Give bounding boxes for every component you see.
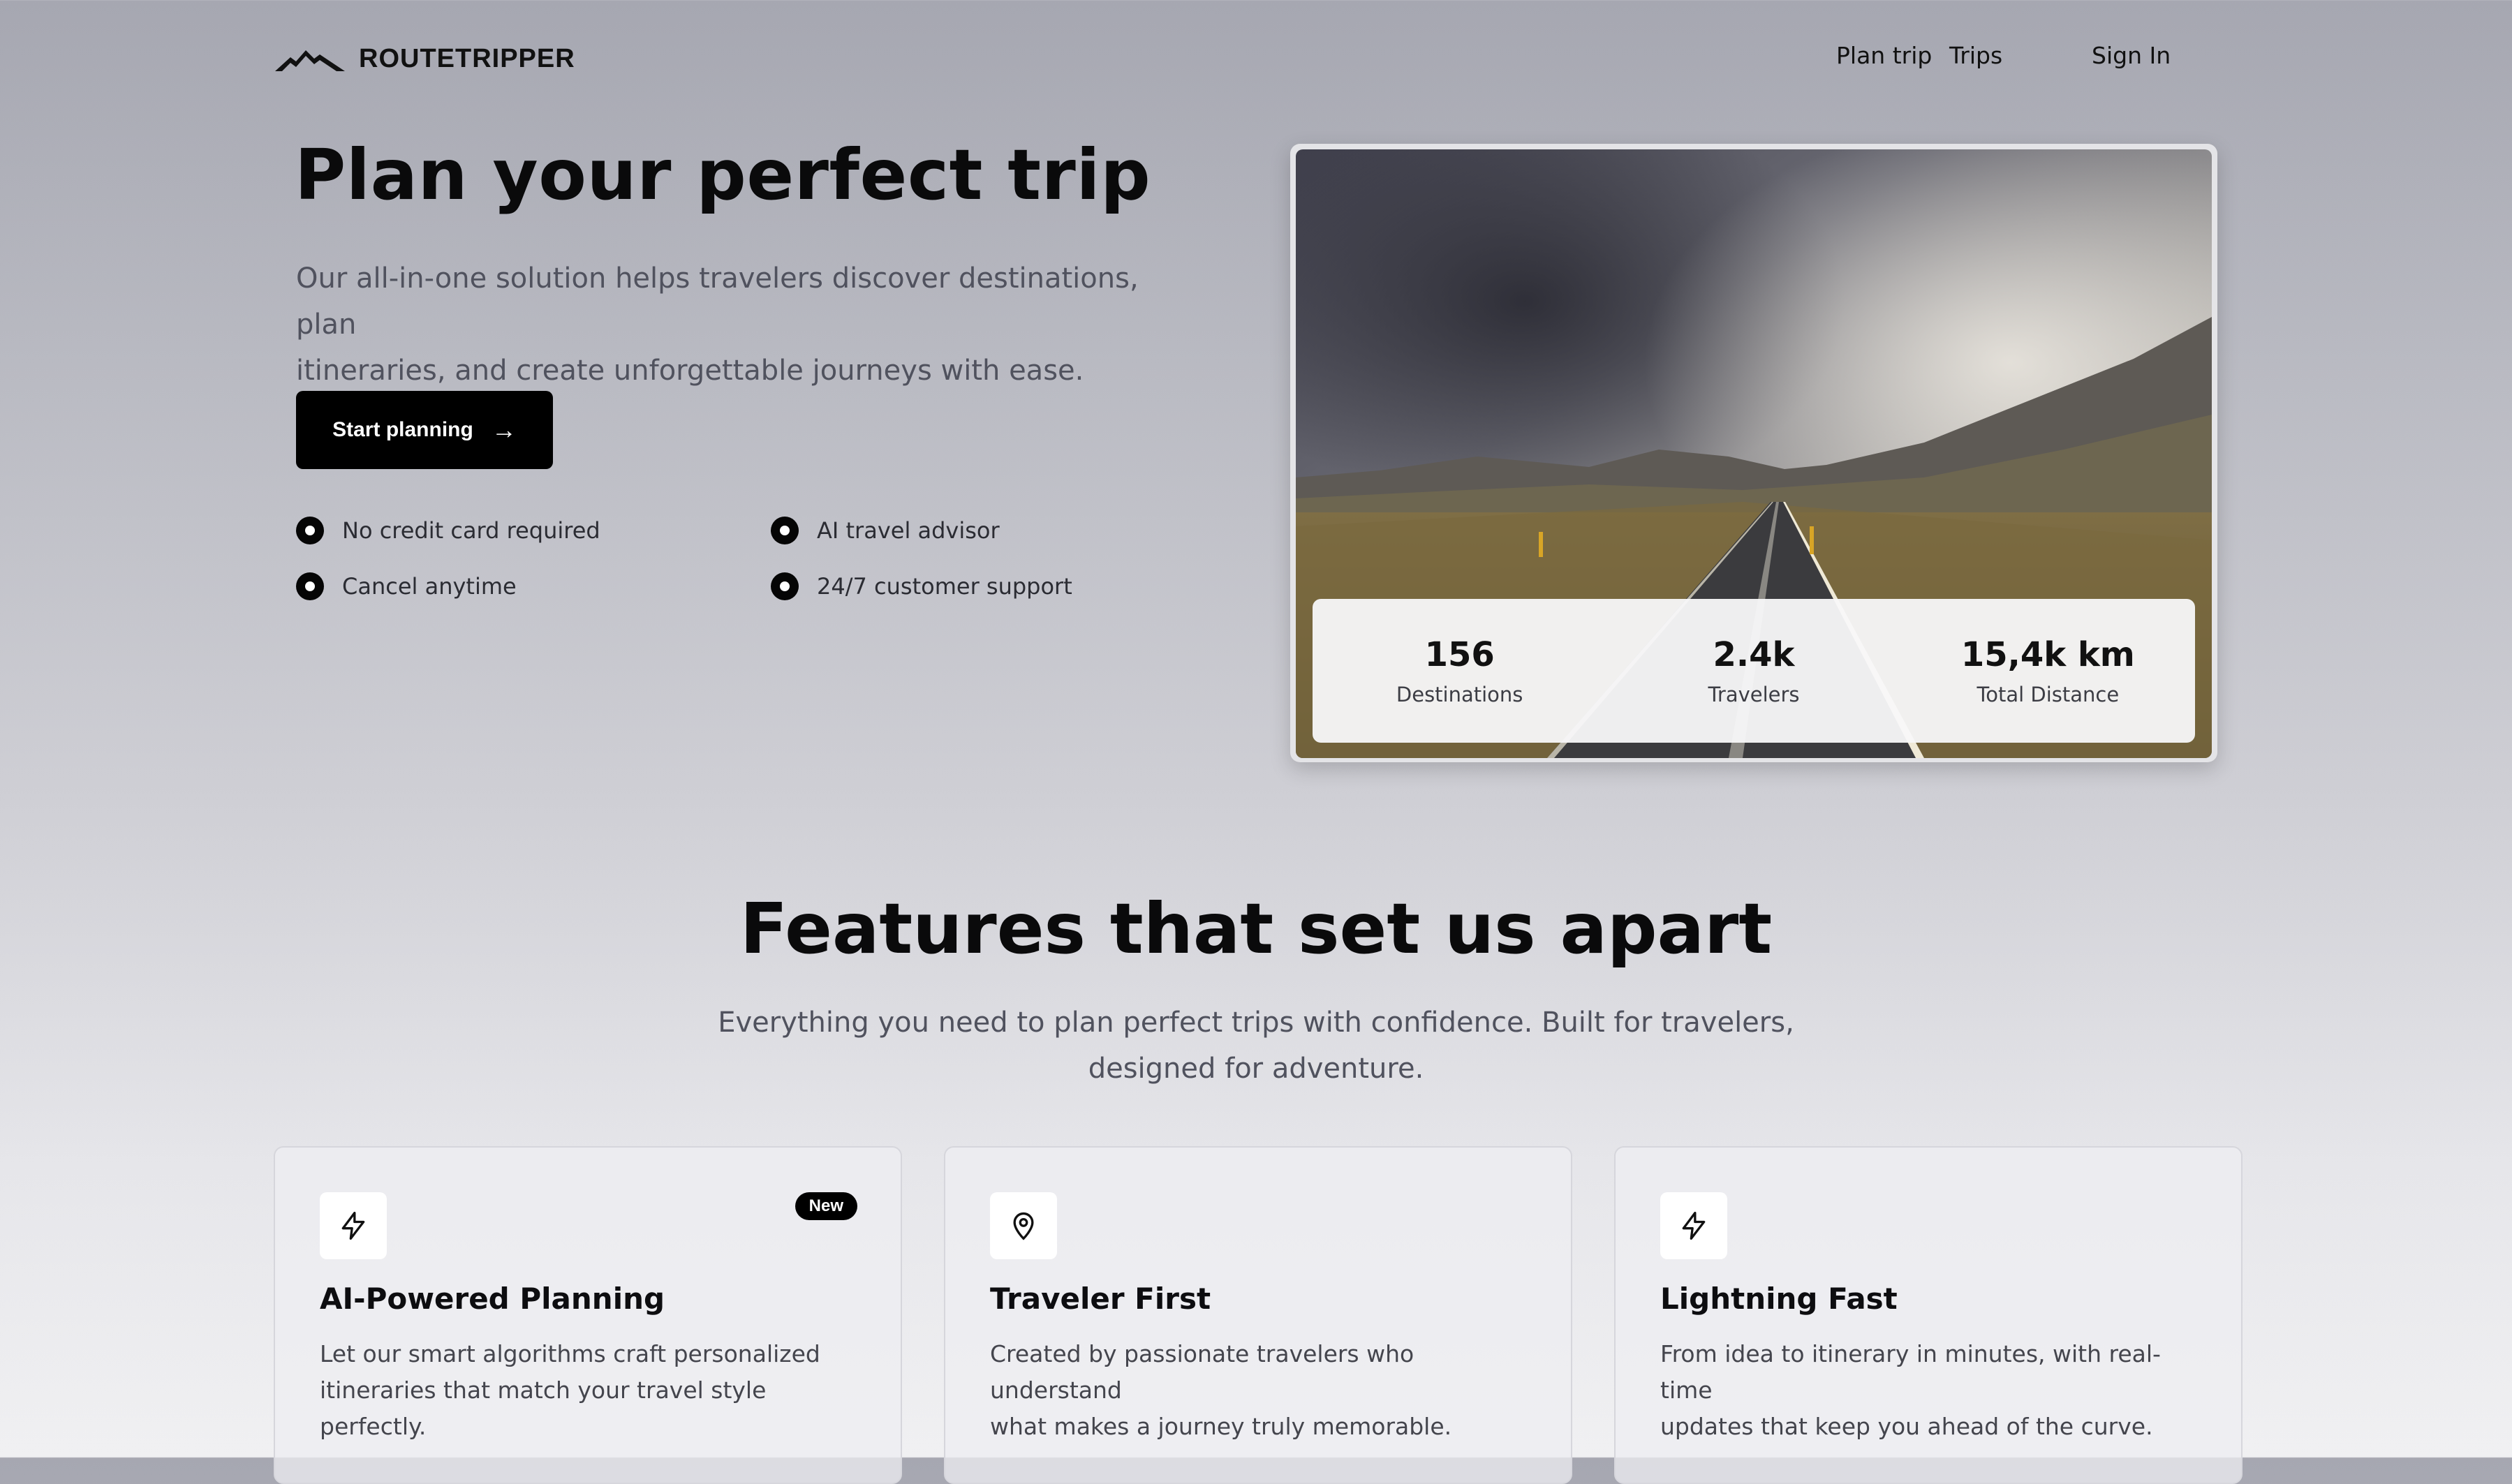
lightning-icon (320, 1192, 387, 1259)
feature-card-lightning-fast[interactable]: Lightning Fast From idea to itinerary in… (1614, 1146, 2243, 1484)
stat-value: 15,4k km (1960, 635, 2135, 674)
card-title: Traveler First (990, 1282, 1211, 1316)
card-text-line: itineraries that match your travel style… (320, 1377, 767, 1440)
card-text: From idea to itinerary in minutes, with … (1660, 1336, 2205, 1445)
checklist-item: No credit card required (296, 517, 600, 544)
lightning-icon (1660, 1192, 1727, 1259)
brand-name: ROUTETRIPPER (359, 43, 575, 73)
checklist-label: No credit card required (342, 517, 600, 544)
stat-total-distance: 15,4k km Total Distance (1901, 599, 2195, 743)
map-pin-icon (990, 1192, 1057, 1259)
arrow-right-icon: → (491, 415, 517, 444)
card-text-line: Created by passionate travelers who unde… (990, 1340, 1414, 1404)
new-badge: New (795, 1192, 857, 1220)
mountain-icon (275, 50, 345, 71)
stat-value: 2.4k (1713, 635, 1795, 674)
start-planning-label: Start planning (332, 418, 473, 441)
hero-subtitle-line1: Our all-in-one solution helps travelers … (296, 262, 1139, 341)
card-title: AI-Powered Planning (320, 1282, 665, 1316)
check-dot-icon (296, 572, 324, 600)
stats-panel: 156 Destinations 2.4k Travelers 15,4k km… (1313, 599, 2195, 743)
card-title: Lightning Fast (1660, 1282, 1898, 1316)
stat-label: Travelers (1708, 683, 1800, 706)
stat-destinations: 156 Destinations (1313, 599, 1606, 743)
hero-subtitle: Our all-in-one solution helps travelers … (296, 255, 1190, 394)
feature-card-ai-planning[interactable]: New AI-Powered Planning Let our smart al… (274, 1146, 902, 1484)
feature-card-traveler-first[interactable]: Traveler First Created by passionate tra… (944, 1146, 1572, 1484)
brand-logo[interactable]: ROUTETRIPPER (275, 43, 575, 74)
card-text-line: updates that keep you ahead of the curve… (1660, 1413, 2153, 1440)
checklist-item: Cancel anytime (296, 572, 517, 600)
stat-travelers: 2.4k Travelers (1606, 599, 1900, 743)
nav-plan-trip[interactable]: Plan trip (1836, 42, 1932, 69)
stat-label: Total Distance (1977, 683, 2120, 706)
card-text-line: what makes a journey truly memorable. (990, 1413, 1452, 1440)
start-planning-button[interactable]: Start planning → (296, 391, 553, 469)
card-text-line: From idea to itinerary in minutes, with … (1660, 1340, 2161, 1404)
features-title: Features that set us apart (739, 888, 1773, 970)
features-subtitle-line2: designed for adventure. (1088, 1053, 1424, 1085)
stat-label: Destinations (1396, 683, 1523, 706)
card-text-line: Let our smart algorithms craft personali… (320, 1340, 820, 1367)
stat-value: 156 (1424, 635, 1495, 674)
nav-trips[interactable]: Trips (1949, 42, 2002, 69)
checklist-label: 24/7 customer support (817, 573, 1072, 600)
hero-subtitle-line2: itineraries, and create unforgettable jo… (296, 355, 1084, 387)
card-text: Let our smart algorithms craft personali… (320, 1336, 864, 1445)
checklist-item: AI travel advisor (771, 517, 1000, 544)
check-dot-icon (771, 572, 799, 600)
hero-title: Plan your perfect trip (295, 134, 1151, 216)
features-subtitle-line1: Everything you need to plan perfect trip… (718, 1007, 1794, 1039)
checklist-label: Cancel anytime (342, 573, 517, 600)
features-subtitle: Everything you need to plan perfect trip… (698, 1000, 1814, 1092)
check-dot-icon (296, 517, 324, 544)
check-dot-icon (771, 517, 799, 544)
card-text: Created by passionate travelers who unde… (990, 1336, 1535, 1445)
checklist-label: AI travel advisor (817, 517, 1000, 544)
sign-in-link[interactable]: Sign In (2092, 42, 2171, 69)
checklist-item: 24/7 customer support (771, 572, 1072, 600)
